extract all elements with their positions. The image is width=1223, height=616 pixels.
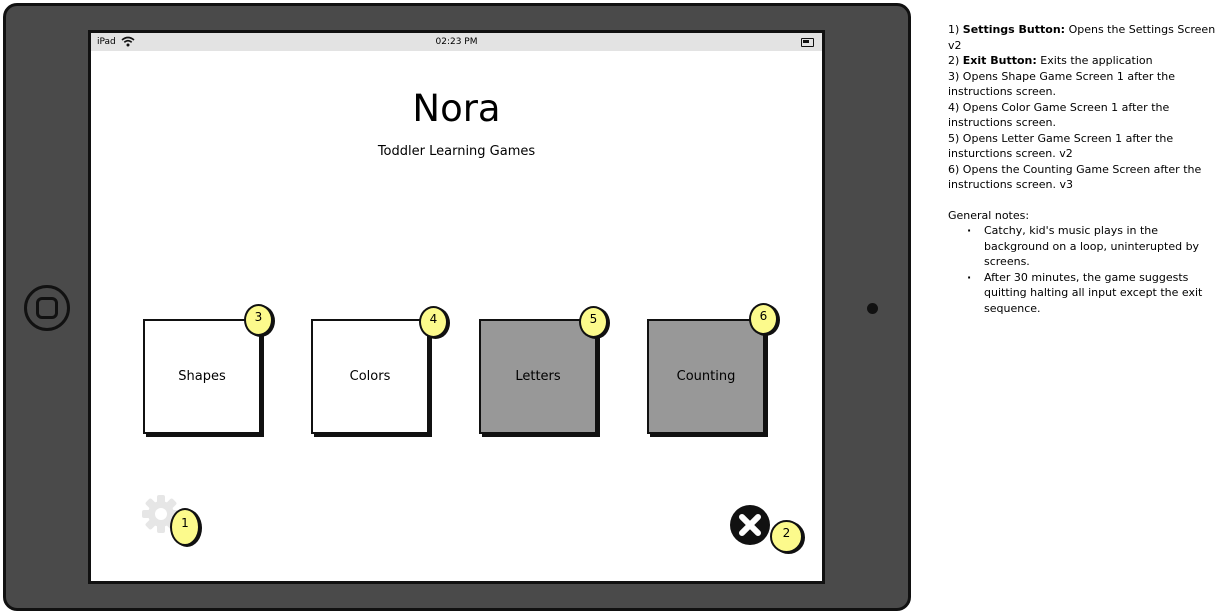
app-screen: iPad 02:23 PM Nora Toddler Learning Game… — [88, 30, 825, 584]
letters-game-button[interactable]: Letters — [479, 319, 597, 434]
note-item: 6) Opens the Counting Game Screen after … — [948, 162, 1202, 192]
tile-label: Shapes — [178, 369, 226, 384]
tile-label: Colors — [349, 369, 391, 384]
home-square-icon — [36, 297, 58, 319]
status-time: 02:23 PM — [435, 37, 478, 47]
annotation-marker-6: 6 — [749, 303, 778, 335]
annotation-marker-1: 1 — [170, 508, 200, 546]
general-notes-list: Catchy, kid's music plays in the backgro… — [948, 223, 1220, 316]
colors-game-button[interactable]: Colors — [311, 319, 429, 434]
general-note: After 30 minutes, the game suggests quit… — [967, 270, 1220, 317]
annotation-marker-3: 3 — [244, 304, 273, 336]
note-item: 4) Opens Color Game Screen 1 after the i… — [948, 100, 1170, 130]
home-button[interactable] — [24, 285, 70, 331]
shapes-game-button[interactable]: Shapes — [143, 319, 261, 434]
annotation-marker-5: 5 — [579, 306, 608, 338]
app-title: Nora — [412, 87, 501, 130]
battery-icon — [801, 38, 814, 47]
note-item: 5) Opens Letter Game Screen 1 after the … — [948, 131, 1174, 161]
counting-game-button[interactable]: Counting — [647, 319, 765, 434]
general-note: Catchy, kid's music plays in the backgro… — [967, 223, 1220, 270]
annotation-notes: 1) Settings Button: Opens the Settings S… — [948, 22, 1220, 316]
annotation-marker-2: 2 — [770, 520, 803, 553]
note-item: 1) Settings Button: Opens the Settings S… — [948, 23, 1216, 52]
general-notes-heading: General notes: — [948, 208, 1030, 222]
app-subtitle: Toddler Learning Games — [377, 144, 536, 159]
exit-close-icon[interactable] — [729, 504, 771, 546]
tile-label: Counting — [676, 369, 736, 384]
note-item: 2) Exit Button: Exits the application — [948, 54, 1153, 67]
note-item: 3) Opens Shape Game Screen 1 after the i… — [948, 69, 1175, 99]
status-bar: iPad 02:23 PM — [91, 33, 822, 51]
annotation-marker-4: 4 — [419, 306, 448, 338]
tile-label: Letters — [515, 369, 561, 384]
camera-dot — [867, 303, 878, 314]
